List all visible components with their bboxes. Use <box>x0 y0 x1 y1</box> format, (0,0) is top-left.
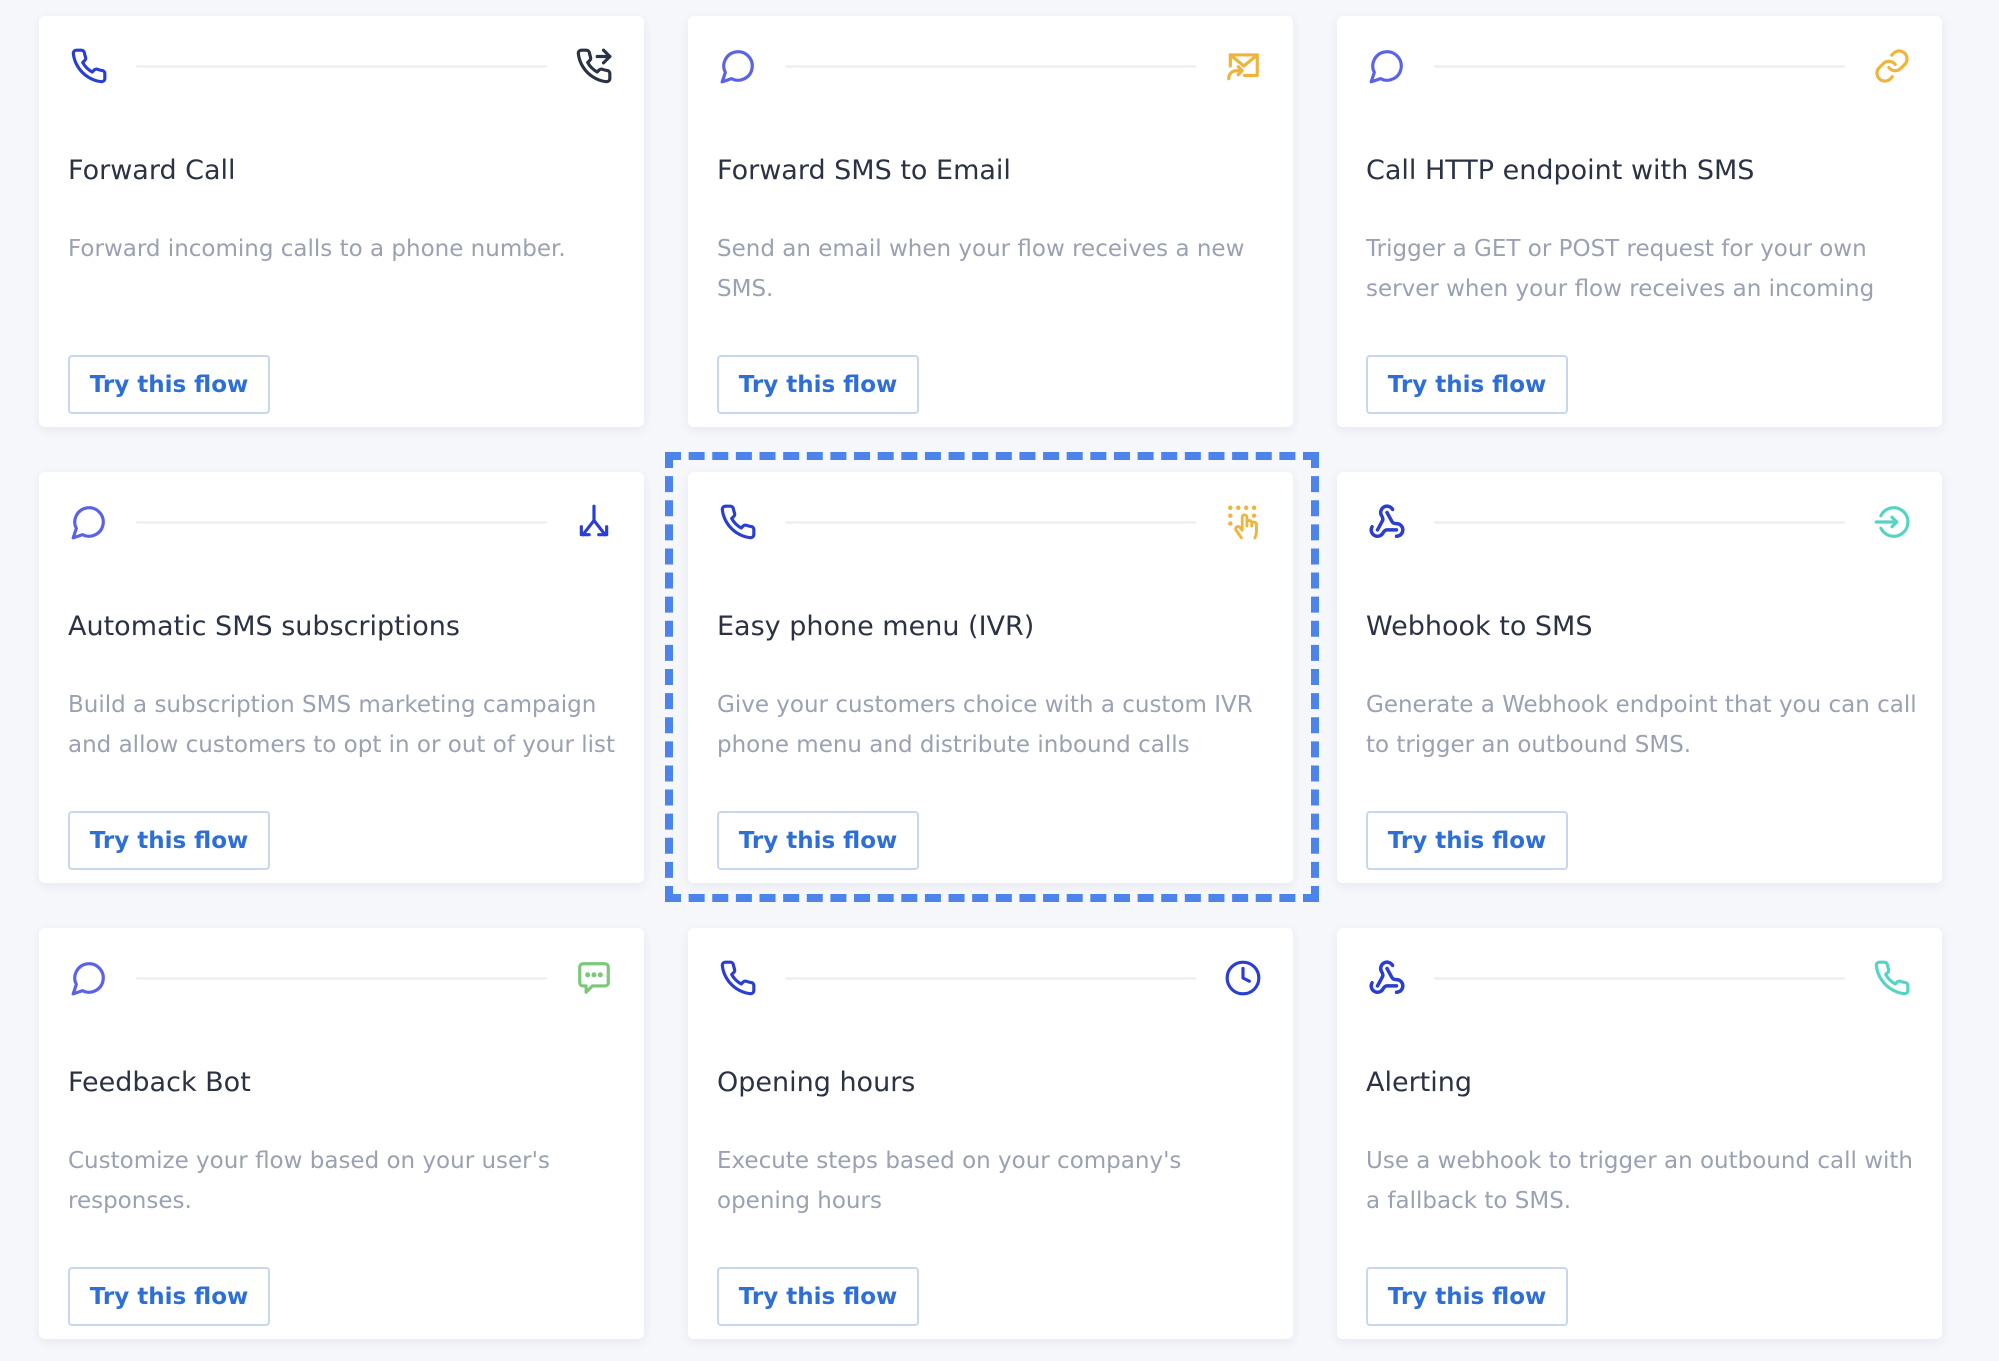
card-connector-line <box>1434 65 1845 68</box>
card-title: Call HTTP endpoint with SMS <box>1366 155 1755 186</box>
card-connector-line <box>1434 521 1845 524</box>
card-description: Give your customers choice with a custom… <box>717 692 1253 758</box>
try-flow-button[interactable]: Try this flow <box>68 811 270 870</box>
chat-bubble-icon <box>68 500 110 544</box>
card-connector-line <box>136 65 547 68</box>
email-forward-icon <box>1222 44 1264 88</box>
card-header <box>717 956 1264 1000</box>
card-description: Build a subscription SMS marketing campa… <box>68 692 616 758</box>
card-title: Feedback Bot <box>68 1067 251 1098</box>
try-flow-button[interactable]: Try this flow <box>717 1267 919 1326</box>
card-header <box>1366 500 1913 544</box>
flow-card-feedback-bot: Feedback Bot Customize your flow based o… <box>39 928 644 1339</box>
card-header <box>1366 44 1913 88</box>
card-title: Opening hours <box>717 1067 916 1098</box>
try-flow-button[interactable]: Try this flow <box>68 355 270 414</box>
card-description: Customize your flow based on your user's… <box>68 1148 550 1214</box>
flow-card-forward-sms-to-email: Forward SMS to Email Send an email when … <box>688 16 1293 427</box>
phone-icon <box>68 44 110 88</box>
flow-card-call-http-endpoint: Call HTTP endpoint with SMS Trigger a GE… <box>1337 16 1942 427</box>
card-description: Send an email when your flow receives a … <box>717 236 1245 302</box>
try-flow-button[interactable]: Try this flow <box>1366 811 1568 870</box>
card-header <box>68 500 615 544</box>
card-connector-line <box>785 521 1196 524</box>
card-title: Easy phone menu (IVR) <box>717 611 1035 642</box>
chat-bubble-icon <box>717 44 759 88</box>
flow-card-alerting: Alerting Use a webhook to trigger an out… <box>1337 928 1942 1339</box>
flow-card-opening-hours: Opening hours Execute steps based on you… <box>688 928 1293 1339</box>
keypad-hand-icon <box>1222 500 1264 544</box>
link-icon <box>1871 44 1913 88</box>
card-header <box>68 956 615 1000</box>
split-arrows-icon <box>573 500 615 544</box>
webhook-icon <box>1366 956 1408 1000</box>
card-description: Generate a Webhook endpoint that you can… <box>1366 692 1917 758</box>
card-description: Trigger a GET or POST request for your o… <box>1366 236 1875 302</box>
card-header <box>68 44 615 88</box>
webhook-icon <box>1366 500 1408 544</box>
chat-bubble-icon <box>68 956 110 1000</box>
phone-icon <box>717 500 759 544</box>
chat-bubble-icon <box>1366 44 1408 88</box>
card-connector-line <box>1434 977 1845 980</box>
try-flow-button[interactable]: Try this flow <box>1366 1267 1568 1326</box>
card-title: Webhook to SMS <box>1366 611 1593 642</box>
flow-card-automatic-sms-subscriptions: Automatic SMS subscriptions Build a subs… <box>39 472 644 883</box>
clock-icon <box>1222 956 1264 1000</box>
try-flow-button[interactable]: Try this flow <box>717 355 919 414</box>
try-flow-button[interactable]: Try this flow <box>1366 355 1568 414</box>
phone-icon <box>717 956 759 1000</box>
card-description: Use a webhook to trigger an outbound cal… <box>1366 1148 1913 1214</box>
card-title: Automatic SMS subscriptions <box>68 611 460 642</box>
phone-forward-icon <box>573 44 615 88</box>
flow-card-forward-call: Forward Call Forward incoming calls to a… <box>39 16 644 427</box>
card-connector-line <box>785 977 1196 980</box>
card-connector-line <box>785 65 1196 68</box>
phone-icon <box>1871 956 1913 1000</box>
card-connector-line <box>136 977 547 980</box>
card-header <box>1366 956 1913 1000</box>
card-title: Forward Call <box>68 155 236 186</box>
card-header <box>717 44 1264 88</box>
card-connector-line <box>136 521 547 524</box>
flow-card-easy-phone-menu-ivr: Easy phone menu (IVR) Give your customer… <box>688 472 1293 883</box>
speech-dots-icon <box>573 956 615 1000</box>
card-description: Forward incoming calls to a phone number… <box>68 236 566 262</box>
card-title: Alerting <box>1366 1067 1473 1098</box>
try-flow-button[interactable]: Try this flow <box>68 1267 270 1326</box>
flow-card-webhook-to-sms: Webhook to SMS Generate a Webhook endpoi… <box>1337 472 1942 883</box>
send-arrow-icon <box>1871 500 1913 544</box>
try-flow-button[interactable]: Try this flow <box>717 811 919 870</box>
card-description: Execute steps based on your company's op… <box>717 1148 1182 1214</box>
card-header <box>717 500 1264 544</box>
card-title: Forward SMS to Email <box>717 155 1011 186</box>
